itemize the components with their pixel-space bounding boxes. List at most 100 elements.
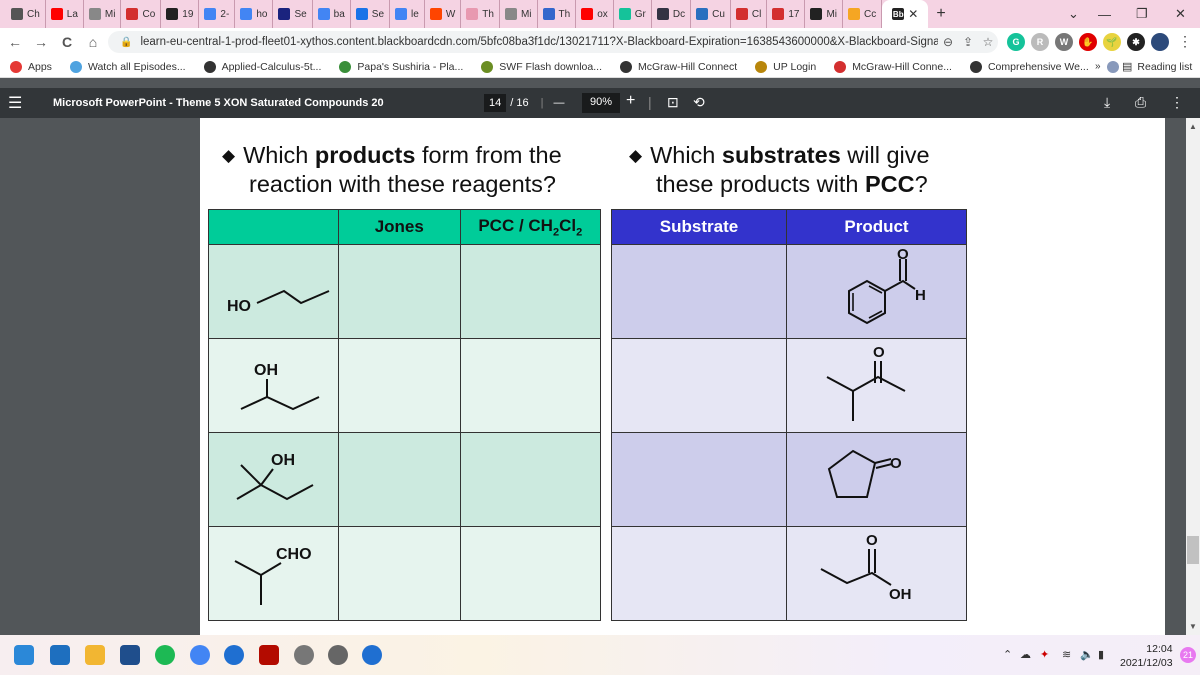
bookmark-item[interactable]: Applied-Calculus-5t... [203, 60, 321, 73]
home-button[interactable]: ⌂ [82, 34, 104, 50]
active-browser-tab[interactable]: Bb ✕ [882, 0, 929, 28]
tray-overflow-icon[interactable]: ⌃ [1003, 648, 1012, 661]
url-text[interactable]: learn-eu-central-1-prod-fleet01-xythos.c… [140, 36, 938, 48]
taskbar-store-icon[interactable] [120, 645, 140, 665]
browser-tab[interactable]: le [390, 0, 425, 28]
current-page-input[interactable]: 14 [484, 94, 507, 112]
taskbar-app-a-icon[interactable] [224, 645, 244, 665]
answer-cell-jones[interactable] [337, 244, 461, 339]
zoom-level-input[interactable]: 90% [582, 93, 621, 113]
answer-cell-jones[interactable] [337, 432, 461, 527]
scroll-up-arrow-icon[interactable]: ▲ [1189, 122, 1197, 131]
more-actions-icon[interactable]: ⋮ [1170, 94, 1184, 111]
scrollbar-thumb[interactable] [1187, 536, 1199, 564]
browser-tab[interactable]: La [46, 0, 84, 28]
browser-tab[interactable]: Cu [691, 0, 731, 28]
browser-tab[interactable]: Cc [843, 0, 883, 28]
plant-extension-icon[interactable]: 🌱 [1103, 33, 1121, 51]
bookmark-star-icon[interactable]: ☆ [978, 35, 998, 49]
browser-tab[interactable]: Cl [731, 0, 768, 28]
profile-avatar-icon[interactable] [1151, 33, 1169, 51]
maximize-button[interactable]: ❐ [1136, 0, 1148, 28]
battery-icon[interactable]: ▮ [1098, 648, 1104, 661]
onedrive-warning-icon[interactable]: ☁ [1020, 648, 1031, 661]
answer-cell-pcc[interactable] [459, 526, 602, 621]
browser-tab[interactable]: Th [538, 0, 577, 28]
share-icon[interactable]: ⇪ [958, 35, 978, 49]
taskbar-chrome-icon[interactable] [190, 645, 210, 665]
browser-tab[interactable]: ho [235, 0, 274, 28]
answer-cell-pcc[interactable] [459, 432, 602, 527]
wifi-icon[interactable]: ≋ [1062, 648, 1071, 661]
browser-tab[interactable]: Ch [6, 0, 46, 28]
taskbar-acrobat-icon[interactable] [259, 645, 279, 665]
notification-badge[interactable]: 21 [1180, 647, 1196, 663]
dropbox-icon[interactable]: ✦ [1040, 648, 1049, 661]
browser-tab[interactable]: Th [461, 0, 500, 28]
bookmarks-overflow-button[interactable]: » [1095, 61, 1101, 72]
answer-cell-substrate[interactable] [611, 244, 787, 339]
zoom-lens-icon[interactable]: ⊖ [938, 35, 958, 49]
bookmark-item[interactable]: McGraw-Hill Connect [619, 60, 737, 73]
adblock-extension-icon[interactable]: ✋ [1079, 33, 1097, 51]
bookmark-item[interactable]: UP Login [755, 60, 816, 73]
browser-tab[interactable]: Se [351, 0, 391, 28]
browser-tab[interactable]: Co [121, 0, 162, 28]
fit-page-icon[interactable]: ⊡ [667, 94, 679, 111]
answer-cell-pcc[interactable] [459, 244, 602, 339]
w-extension-icon[interactable]: W [1055, 33, 1073, 51]
taskbar-spotify-icon[interactable] [155, 645, 175, 665]
volume-icon[interactable]: 🔈 [1080, 648, 1094, 661]
puzzle-extension-icon[interactable]: ✱ [1127, 33, 1145, 51]
reload-button[interactable]: C [56, 34, 78, 50]
taskbar-app-b-icon[interactable] [362, 645, 382, 665]
bookmark-item[interactable]: Papa's Sushiria - Pla... [339, 60, 463, 73]
rotate-icon[interactable]: ⟲ [693, 94, 705, 111]
answer-cell-jones[interactable] [337, 526, 461, 621]
new-tab-button[interactable]: + [936, 5, 945, 23]
page-scrollbar[interactable]: ▲ ▼ [1186, 118, 1200, 635]
answer-cell-substrate[interactable] [611, 338, 787, 433]
bookmark-item[interactable]: McGraw-Hill Conne... [834, 60, 952, 73]
browser-tab[interactable]: 17 [767, 0, 806, 28]
url-omnibox[interactable]: 🔒 learn-eu-central-1-prod-fleet01-xythos… [108, 31, 998, 53]
system-clock[interactable]: 12:04 2021/12/03 [1120, 642, 1173, 670]
tab-search-button[interactable]: ⌄ [1068, 0, 1079, 28]
browser-tab[interactable]: Mi [500, 0, 538, 28]
minimize-button[interactable]: — [1098, 0, 1111, 28]
browser-tab[interactable]: 2- [199, 0, 236, 28]
scroll-down-arrow-icon[interactable]: ▼ [1189, 622, 1197, 631]
gray-extension-icon[interactable]: R [1031, 33, 1049, 51]
zoom-out-button[interactable]: — [553, 97, 564, 109]
forward-button[interactable]: → [30, 34, 52, 50]
taskbar-start-icon[interactable] [14, 645, 34, 665]
answer-cell-jones[interactable] [337, 338, 461, 433]
download-icon[interactable]: ⤓ [1104, 94, 1110, 111]
hamburger-menu-icon[interactable]: ☰ [8, 93, 22, 113]
reading-list-button[interactable]: ▤ Reading list [1122, 60, 1192, 74]
taskbar-clock-app-icon[interactable] [294, 645, 314, 665]
grammarly-extension-icon[interactable]: G [1007, 33, 1025, 51]
taskbar-settings-icon[interactable] [328, 645, 348, 665]
browser-tab[interactable]: Mi [805, 0, 844, 28]
answer-cell-pcc[interactable] [459, 338, 602, 433]
answer-cell-substrate[interactable] [611, 526, 787, 621]
print-icon[interactable]: ⎙ [1135, 94, 1146, 111]
browser-tab[interactable]: 19 [161, 0, 200, 28]
chrome-menu-icon[interactable]: ⋮ [1178, 33, 1192, 50]
browser-tab[interactable]: Se [273, 0, 313, 28]
answer-cell-substrate[interactable] [611, 432, 787, 527]
browser-tab[interactable]: ba [313, 0, 351, 28]
bookmark-item[interactable]: SWF Flash downloa... [481, 60, 602, 73]
browser-tab[interactable]: Mi [84, 0, 122, 28]
browser-tab[interactable]: Gr [614, 0, 652, 28]
browser-tab[interactable]: ox [576, 0, 614, 28]
back-button[interactable]: ← [4, 34, 26, 50]
close-tab-icon[interactable]: ✕ [908, 7, 918, 21]
taskbar-file-explorer-icon[interactable] [85, 645, 105, 665]
browser-tab[interactable]: Dc [652, 0, 692, 28]
zoom-in-button[interactable]: + [626, 92, 635, 110]
taskbar-widgets-icon[interactable] [50, 645, 70, 665]
close-window-button[interactable]: ✕ [1175, 0, 1186, 28]
bookmark-item[interactable]: Watch all Episodes... [69, 60, 186, 73]
